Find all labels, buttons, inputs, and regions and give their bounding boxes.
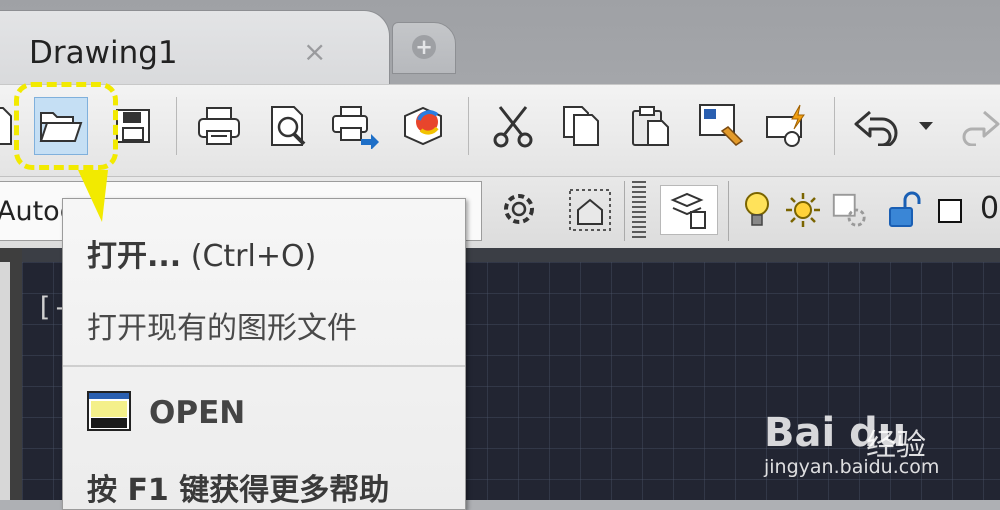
unlock-icon: [889, 191, 921, 227]
layer-on-off-toggle[interactable]: [738, 185, 776, 235]
new-tab-button[interactable]: +: [392, 22, 456, 74]
tooltip-divider: [63, 365, 465, 367]
copy-button[interactable]: [554, 97, 608, 155]
redo-button[interactable]: [950, 97, 1000, 155]
viewport-freeze-toggle[interactable]: [830, 185, 868, 235]
baidu-watermark: Bai du 经验 jingyan.baidu.com: [764, 392, 994, 488]
toolbar-separator: [176, 97, 177, 155]
open-command-tooltip: 打开... (Ctrl+O) 打开现有的图形文件 OPEN 按 F1 键获得更多…: [62, 198, 466, 510]
tab-title: Drawing1: [29, 35, 178, 71]
tooltip-description: 打开现有的图形文件: [87, 311, 357, 346]
plot-preview-button[interactable]: [262, 97, 316, 155]
tooltip-title-command: 打开...: [87, 239, 182, 274]
standard-toolbar: [0, 84, 1000, 177]
layer-lock-toggle[interactable]: [886, 185, 924, 235]
house-grid-icon: [569, 189, 611, 231]
toolbar-separator: [834, 97, 835, 155]
copy-icon: [563, 106, 599, 146]
print-icon: [198, 107, 240, 145]
layer-properties-button[interactable]: [660, 185, 718, 235]
highlight-callout: [14, 82, 118, 170]
toolbar-grip-handle[interactable]: [632, 181, 646, 241]
command-window-icon: [87, 391, 131, 431]
3d-dwf-icon: [404, 106, 442, 146]
left-panel: [0, 262, 10, 500]
undo-icon: [854, 110, 898, 146]
workspace-settings-button[interactable]: [494, 183, 544, 235]
layer-freeze-toggle[interactable]: [784, 185, 822, 235]
tooltip-title: 打开... (Ctrl+O): [87, 231, 316, 275]
close-icon[interactable]: ×: [303, 35, 326, 68]
3d-dwf-button[interactable]: [396, 97, 450, 155]
match-properties-icon: [699, 104, 744, 146]
match-properties-button[interactable]: [694, 97, 748, 155]
plot-button[interactable]: [192, 97, 246, 155]
tooltip-title-shortcut: (Ctrl+O): [181, 239, 317, 274]
block-editor-button[interactable]: [762, 97, 816, 155]
publish-button[interactable]: [328, 97, 382, 155]
paste-icon: [632, 106, 669, 146]
redo-icon: [962, 110, 1000, 146]
paste-button[interactable]: [624, 97, 678, 155]
cut-button[interactable]: [486, 97, 540, 155]
undo-button[interactable]: [850, 97, 904, 155]
tooltip-help-hint: 按 F1 键获得更多帮助: [87, 473, 390, 508]
freeze-viewport-icon: [832, 193, 866, 227]
tab-drawing1[interactable]: Drawing1 ×: [0, 10, 390, 85]
layer-states-button[interactable]: [562, 183, 618, 237]
plot-preview-icon: [271, 106, 306, 146]
layer-properties-icon: [670, 192, 706, 229]
layer-color-swatch[interactable]: [938, 199, 962, 223]
lightbulb-icon: [745, 192, 769, 226]
sun-icon: [786, 193, 820, 227]
publish-icon: [332, 106, 379, 149]
gear-icon: [504, 194, 534, 224]
save-icon: [116, 109, 150, 143]
document-tab-bar: Drawing1 × +: [0, 0, 1000, 85]
toolbar-separator: [728, 181, 729, 241]
tooltip-command-name: OPEN: [149, 395, 246, 431]
current-layer-name[interactable]: 0: [980, 191, 999, 226]
toolbar-separator: [468, 97, 469, 155]
undo-dropdown-button[interactable]: [906, 97, 946, 155]
plus-icon: +: [412, 35, 436, 59]
watermark-url: jingyan.baidu.com: [764, 456, 940, 478]
callout-pointer: [78, 170, 108, 222]
toolbar-separator: [624, 181, 625, 241]
block-editor-icon: [766, 104, 805, 147]
cut-icon: [493, 106, 533, 148]
undo-dropdown-icon: [919, 122, 933, 130]
